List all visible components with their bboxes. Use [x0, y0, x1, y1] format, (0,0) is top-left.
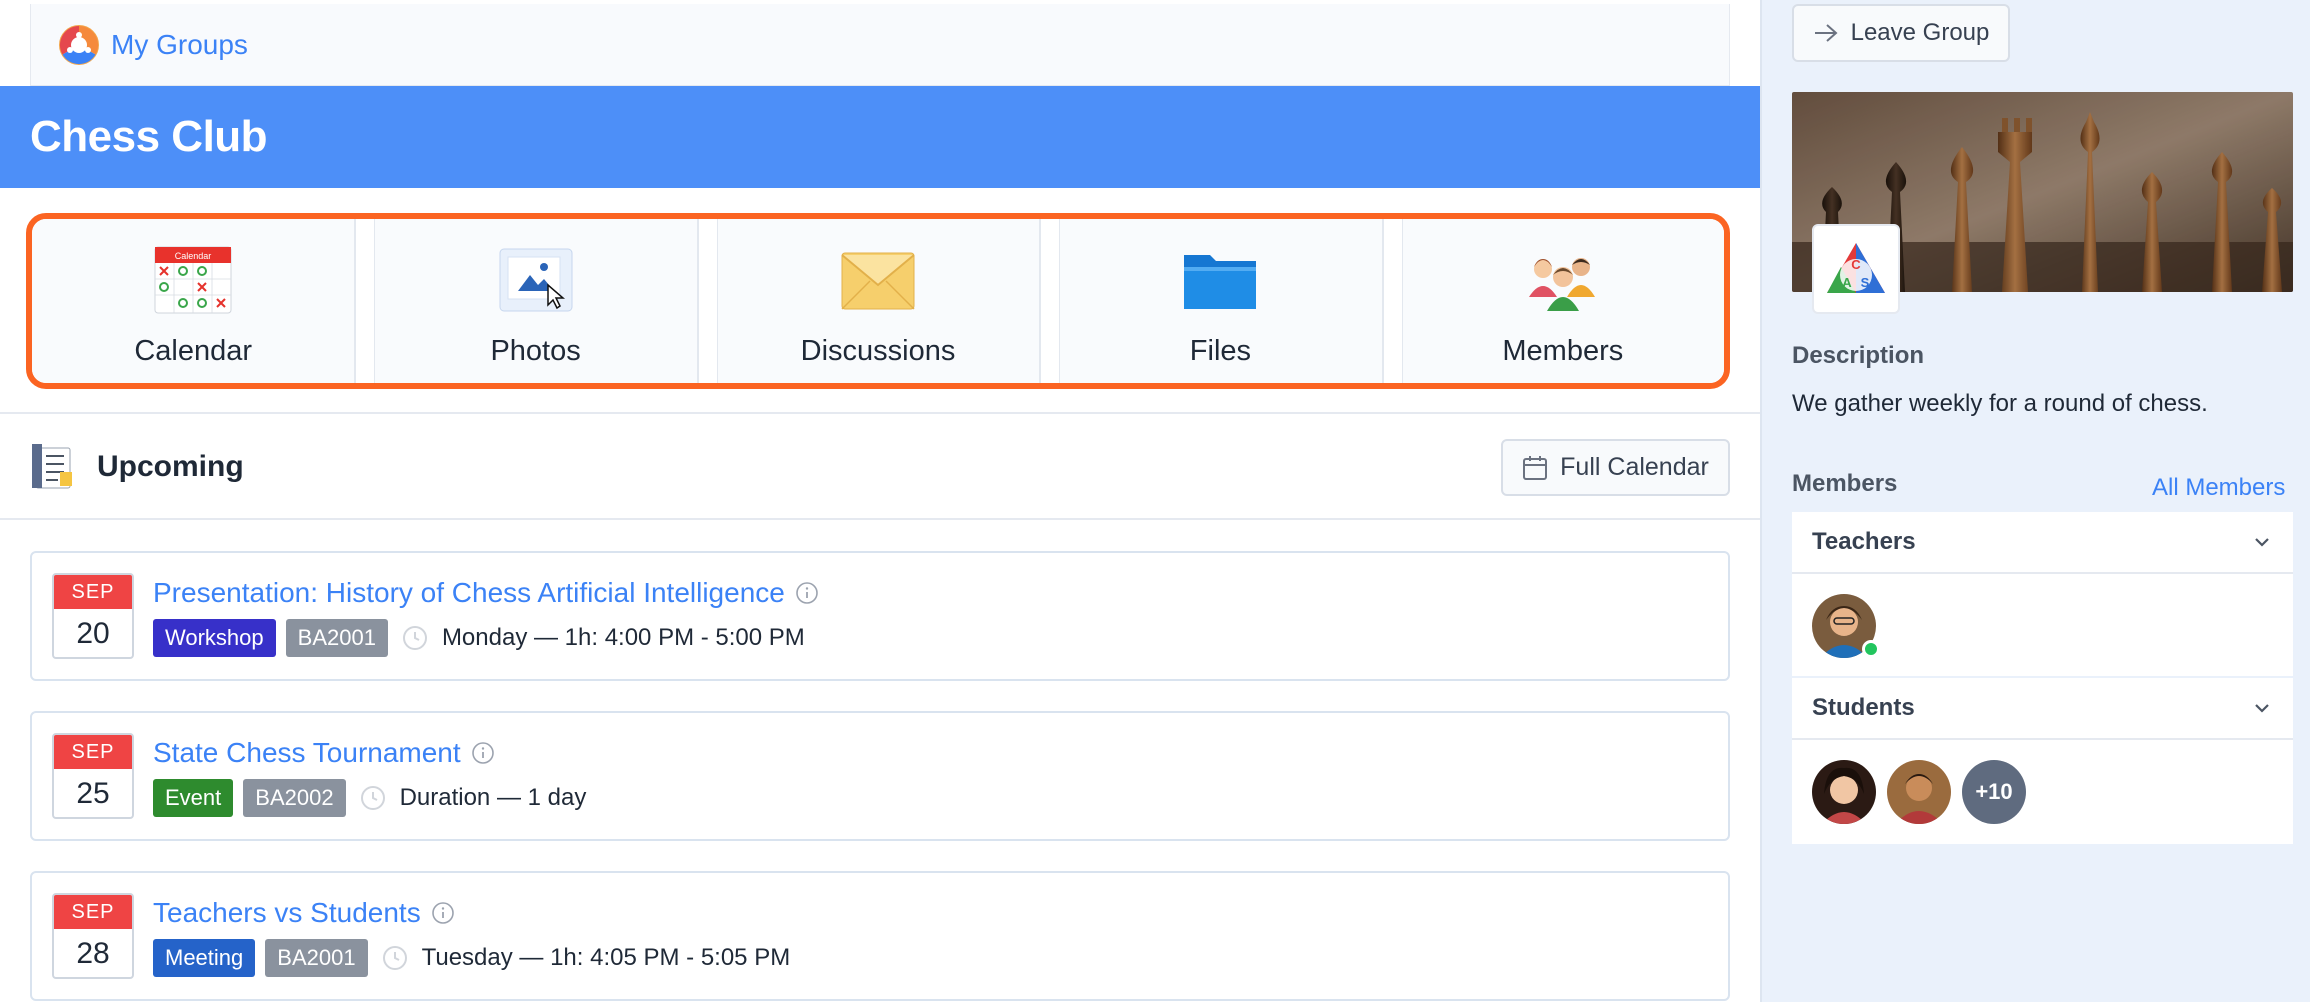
date-badge: SEP 28 — [52, 893, 134, 979]
event-room-tag: BA2002 — [243, 779, 346, 817]
event-time: Duration — 1 day — [399, 784, 587, 811]
event-month: SEP — [54, 735, 132, 769]
event-room-tag: BA2001 — [265, 939, 368, 977]
avatar[interactable] — [1812, 760, 1876, 824]
svg-text:C: C — [1851, 257, 1861, 272]
teachers-label: Teachers — [1812, 528, 1916, 555]
teachers-toggle[interactable]: Teachers — [1792, 512, 2293, 574]
event-card: SEP 25 State Chess Tournament Event BA20… — [30, 711, 1730, 841]
event-day: 25 — [76, 777, 110, 810]
tool-members[interactable]: Members — [1383, 219, 1724, 383]
members-icon — [1528, 258, 1595, 311]
tool-calendar[interactable]: Calendar Calendar — [32, 219, 357, 383]
info-icon[interactable] — [471, 741, 495, 765]
date-badge: SEP 20 — [52, 573, 134, 659]
leave-group-label: Leave Group — [1850, 19, 1990, 46]
breadcrumb: My Groups — [30, 4, 1730, 86]
section-divider — [0, 412, 1760, 414]
photos-icon — [499, 248, 573, 312]
event-month: SEP — [54, 895, 132, 929]
group-banner: Chess Club — [0, 86, 1760, 188]
students-toggle[interactable]: Students — [1792, 678, 2293, 740]
event-title-link[interactable]: Teachers vs Students — [153, 897, 455, 929]
event-title-link[interactable]: Presentation: History of Chess Artificia… — [153, 577, 819, 609]
calendar-icon: Calendar — [154, 246, 232, 314]
tool-discussions-label: Discussions — [800, 335, 956, 367]
group-description: We gather weekly for a round of chess. — [1792, 390, 2208, 417]
info-icon[interactable] — [431, 901, 455, 925]
chevron-down-icon — [2255, 704, 2269, 713]
description-heading: Description — [1792, 342, 1925, 369]
group-tools-nav: Calendar Calendar Photos Discussions Fil… — [26, 213, 1730, 389]
leave-group-button[interactable]: Leave Group — [1792, 4, 2010, 62]
folder-icon — [1184, 255, 1257, 309]
main-content: My Groups Chess Club Calendar Calendar P… — [0, 0, 1760, 1002]
event-meta: Meeting BA2001 Tuesday — 1h: 4:05 PM - 5… — [153, 939, 790, 977]
event-type-tag: Meeting — [153, 939, 256, 977]
all-members-link[interactable]: All Members — [2152, 474, 2285, 502]
upcoming-heading: Upcoming — [97, 450, 244, 483]
online-status-dot — [1862, 640, 1880, 658]
arrow-right-icon — [1814, 24, 1838, 42]
event-room-tag: BA2001 — [285, 619, 388, 657]
section-divider — [0, 518, 1760, 520]
event-meta: Event BA2002 Duration — 1 day — [153, 779, 586, 817]
event-meta: Workshop BA2001 Monday — 1h: 4:00 PM - 5… — [153, 619, 805, 657]
agenda-icon — [32, 444, 72, 489]
event-title-link[interactable]: State Chess Tournament — [153, 737, 495, 769]
svg-text:S: S — [1861, 275, 1870, 290]
page-title: Chess Club — [30, 112, 268, 161]
envelope-icon — [841, 252, 915, 310]
full-calendar-button[interactable]: Full Calendar — [1501, 439, 1730, 496]
event-day: 28 — [76, 937, 110, 970]
info-icon[interactable] — [795, 581, 819, 605]
svg-text:Calendar: Calendar — [175, 251, 212, 261]
full-calendar-label: Full Calendar — [1560, 453, 1709, 481]
clock-icon — [402, 626, 427, 650]
calendar-small-icon — [1523, 455, 1548, 480]
event-card: SEP 28 Teachers vs Students Meeting BA20… — [30, 871, 1730, 1001]
group-sidebar: Leave Group C A S Description We gather … — [1760, 0, 2310, 1002]
tool-members-label: Members — [1502, 335, 1624, 367]
chevron-down-icon — [2255, 538, 2269, 547]
event-card: SEP 20 Presentation: History of Chess Ar… — [30, 551, 1730, 681]
event-day: 20 — [76, 617, 110, 650]
avatar[interactable] — [1887, 760, 1951, 824]
event-time: Monday — 1h: 4:00 PM - 5:00 PM — [441, 624, 805, 651]
tool-photos-label: Photos — [490, 335, 581, 367]
event-title-text: Presentation: History of Chess Artificia… — [153, 577, 785, 608]
event-title-text: State Chess Tournament — [153, 737, 461, 768]
students-panel: Students +10 — [1792, 678, 2293, 844]
groups-logo-icon — [59, 24, 99, 65]
cas-logo-icon: C A S — [1827, 243, 1885, 293]
school-logo: C A S — [1812, 224, 1900, 314]
tool-files[interactable]: Files — [1041, 219, 1384, 383]
members-heading: Members — [1792, 470, 1898, 497]
date-badge: SEP 25 — [52, 733, 134, 819]
tool-photos[interactable]: Photos — [356, 219, 699, 383]
breadcrumb-my-groups-link[interactable]: My Groups — [111, 29, 248, 61]
event-month: SEP — [54, 575, 132, 609]
students-label: Students — [1812, 694, 1915, 721]
event-type-tag: Event — [153, 779, 234, 817]
tool-discussions[interactable]: Discussions — [698, 219, 1042, 383]
teachers-panel: Teachers — [1792, 512, 2293, 676]
event-title-text: Teachers vs Students — [153, 897, 421, 928]
clock-icon — [360, 786, 385, 810]
tool-calendar-label: Calendar — [134, 335, 253, 367]
event-type-tag: Workshop — [153, 619, 276, 657]
svg-text:A: A — [1842, 275, 1852, 290]
clock-icon — [382, 946, 407, 970]
tool-files-label: Files — [1189, 335, 1252, 367]
more-students-badge[interactable]: +10 — [1962, 760, 2026, 824]
event-time: Tuesday — 1h: 4:05 PM - 5:05 PM — [421, 944, 791, 971]
